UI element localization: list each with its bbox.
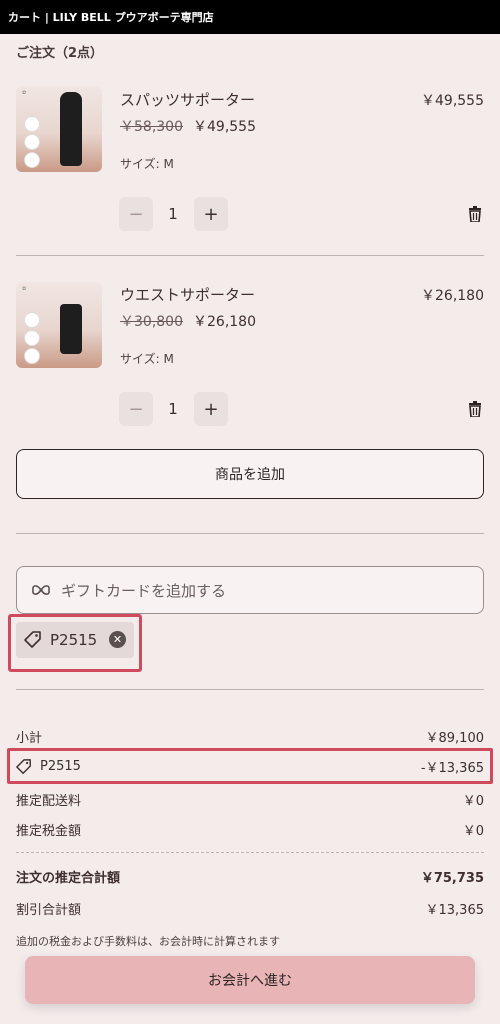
shipping-row: 推定配送料 ￥0 [16, 790, 484, 809]
decor-circle [24, 330, 40, 346]
product-size: サイズ: M [120, 157, 174, 171]
tax-note: 追加の税金および手数料は、お会計時に計算されます [16, 935, 280, 948]
increase-quantity-button[interactable]: + [194, 392, 228, 426]
order-title: ご注文（2点） [16, 46, 104, 61]
divider [16, 255, 484, 256]
sale-price: ￥49,555 [193, 119, 256, 135]
sale-price: ￥26,180 [193, 314, 256, 330]
product-image[interactable]: ✿ [16, 282, 102, 368]
tax-label: 推定税金額 [16, 824, 82, 839]
decor-circle [24, 152, 40, 168]
coupon-code: P2515 [50, 631, 98, 649]
increase-quantity-button[interactable]: + [194, 197, 228, 231]
quantity-value: 1 [168, 400, 178, 418]
bow-icon [32, 585, 50, 595]
divider [16, 533, 484, 534]
original-price: ￥58,300 [120, 119, 183, 135]
product-name[interactable]: スパッツサポーター [120, 89, 255, 110]
discount-total-value: ￥13,365 [425, 903, 485, 918]
product-figure [60, 304, 82, 354]
decor-circle [24, 134, 40, 150]
page-title: カート | LILY BELL プウアボーテ専門店 [8, 11, 214, 24]
tax-value: ￥0 [462, 824, 484, 839]
trash-icon[interactable] [468, 401, 482, 417]
quantity-value: 1 [168, 205, 178, 223]
product-figure [60, 92, 82, 166]
discount-value: -￥13,365 [420, 761, 484, 776]
brand-logo: ✿ [22, 90, 27, 96]
decor-circle [24, 116, 40, 132]
checkout-button[interactable]: お会計へ進む [25, 956, 475, 1004]
shipping-label: 推定配送料 [16, 794, 82, 809]
remove-coupon-button[interactable]: ✕ [109, 631, 126, 648]
gift-card-input[interactable]: ギフトカードを追加する [16, 566, 484, 614]
total-value: ￥75,735 [420, 871, 484, 886]
total-row: 注文の推定合計額 ￥75,735 [16, 867, 484, 886]
decor-circle [24, 312, 40, 328]
divider [16, 689, 484, 690]
discount-row: P2515 -￥13,365 [16, 757, 484, 776]
product-name[interactable]: ウエストサポーター [120, 284, 255, 305]
decor-circle [24, 348, 40, 364]
trash-icon[interactable] [468, 206, 482, 222]
discount-total-label: 割引合計額 [16, 903, 82, 918]
subtotal-label: 小計 [16, 731, 43, 746]
decrease-quantity-button[interactable]: − [119, 392, 153, 426]
brand-logo: ✿ [22, 286, 27, 292]
total-label: 注文の推定合計額 [16, 871, 121, 886]
tax-row: 推定税金額 ￥0 [16, 820, 484, 839]
tag-icon [16, 758, 31, 774]
subtotal-value: ￥89,100 [425, 731, 485, 746]
line-price: ￥26,180 [421, 288, 484, 304]
shipping-value: ￥0 [462, 794, 484, 809]
line-price: ￥49,555 [421, 93, 484, 109]
discount-total-row: 割引合計額 ￥13,365 [16, 899, 484, 918]
product-image[interactable]: ✿ [16, 86, 102, 172]
add-product-button[interactable]: 商品を追加 [16, 449, 484, 499]
coupon-chip: P2515 ✕ [16, 622, 134, 658]
product-size: サイズ: M [120, 352, 174, 366]
decrease-quantity-button[interactable]: − [119, 197, 153, 231]
dashed-divider [16, 852, 484, 853]
header-bar: カート | LILY BELL プウアボーテ専門店 [0, 0, 500, 34]
discount-code: P2515 [40, 759, 81, 774]
gift-card-placeholder: ギフトカードを追加する [61, 581, 227, 600]
subtotal-row: 小計 ￥89,100 [16, 727, 484, 746]
tag-icon [24, 631, 41, 648]
original-price: ￥30,800 [120, 314, 183, 330]
